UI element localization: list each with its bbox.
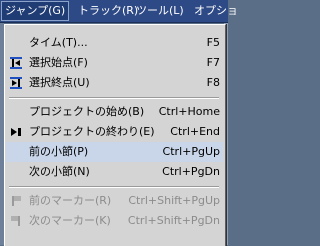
menu-separator — [9, 97, 219, 99]
menu-item-next-marker: 次のマーカー(K) Ctrl+Shift+PgDn — [6, 211, 223, 231]
menu-item-time[interactable]: タイム(T)... F5 — [6, 33, 223, 53]
menu-item-label: 前のマーカー(R) — [29, 194, 112, 207]
previous-marker-icon — [9, 194, 23, 208]
menu-item-shortcut: Ctrl+PgUp — [162, 145, 220, 158]
menu-item-next-measure[interactable]: 次の小節(N) Ctrl+PgDn — [6, 162, 223, 182]
menu-jump[interactable]: ジャンプ(G) — [1, 1, 70, 21]
menu-item-shortcut: Ctrl+PgDn — [162, 165, 220, 178]
menu-item-shortcut: Ctrl+End — [170, 125, 220, 138]
menu-tools[interactable]: ツール(L) — [133, 2, 187, 20]
menu-item-label: 次の小節(N) — [29, 165, 90, 178]
menu-item-shortcut: F7 — [206, 56, 220, 69]
next-marker-icon — [9, 214, 23, 228]
menu-separator — [9, 186, 219, 188]
menu-item-label: プロジェクトの始め(B) — [29, 105, 145, 118]
menu-item-label: タイム(T)... — [29, 36, 88, 49]
menu-options[interactable]: オプショ — [191, 2, 241, 20]
menu-item-project-end[interactable]: プロジェクトの終わり(E) Ctrl+End — [6, 122, 223, 142]
menu-item-selection-end[interactable]: 選択終点(U) F8 — [6, 73, 223, 93]
menu-item-shortcut: Ctrl+Shift+PgUp — [128, 194, 220, 207]
menu-item-label: プロジェクトの終わり(E) — [29, 125, 155, 138]
selection-start-icon — [9, 56, 23, 70]
menu-item-selection-start[interactable]: 選択始点(F) F7 — [6, 53, 223, 73]
jump-dropdown-menu: タイム(T)... F5 選択始点(F) F7 選択終点(U) F8 プロジェク… — [4, 24, 226, 246]
menu-item-previous-marker: 前のマーカー(R) Ctrl+Shift+PgUp — [6, 191, 223, 211]
skip-to-end-icon — [9, 125, 23, 139]
menu-item-shortcut: F5 — [206, 36, 220, 49]
menu-item-label: 選択終点(U) — [29, 76, 90, 89]
menu-bar: ジャンプ(G) トラック(R) ツール(L) オプショ — [0, 0, 238, 23]
menu-item-label: 前の小節(P) — [29, 145, 89, 158]
menu-track[interactable]: トラック(R) — [75, 2, 141, 20]
selection-end-icon — [9, 76, 23, 90]
menu-item-label: 選択始点(F) — [29, 56, 88, 69]
menu-item-shortcut: F8 — [206, 76, 220, 89]
menu-item-label: 次のマーカー(K) — [29, 214, 111, 227]
menu-item-project-start[interactable]: プロジェクトの始め(B) Ctrl+Home — [6, 102, 223, 122]
menu-item-shortcut: Ctrl+Shift+PgDn — [127, 214, 220, 227]
menu-item-shortcut: Ctrl+Home — [158, 105, 220, 118]
menu-item-previous-measure[interactable]: 前の小節(P) Ctrl+PgUp — [6, 142, 223, 162]
